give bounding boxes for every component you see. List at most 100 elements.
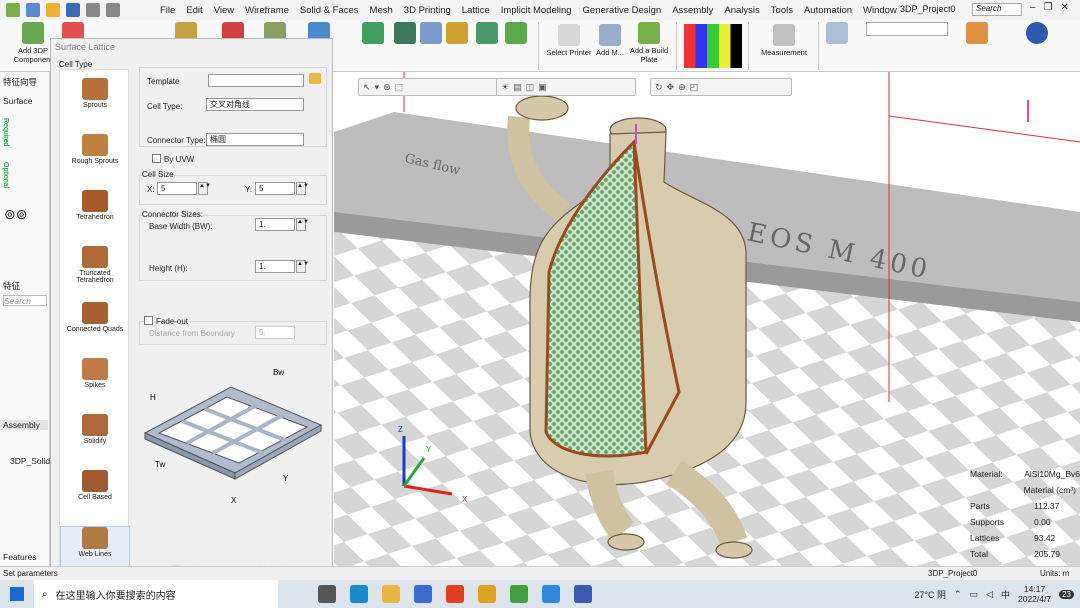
cell-type-truncated-tetrahedron[interactable]: Truncated Tetrahedron bbox=[60, 246, 130, 298]
y-input[interactable]: 5 bbox=[255, 182, 295, 195]
light-icon[interactable]: ☀ bbox=[501, 82, 509, 93]
network-icon[interactable]: ▭ bbox=[970, 589, 979, 600]
menu-item-window[interactable]: Window bbox=[863, 5, 897, 16]
start-icon[interactable] bbox=[10, 587, 24, 601]
mail-icon[interactable] bbox=[414, 585, 432, 603]
assembly-tab[interactable]: Assembly bbox=[0, 420, 48, 430]
ribbon-tool-9[interactable] bbox=[446, 22, 468, 46]
open-file-icon[interactable] bbox=[46, 3, 60, 17]
menu-item-lattice[interactable]: Lattice bbox=[462, 5, 490, 16]
select-arrow-icon[interactable]: ↖ bbox=[363, 82, 371, 93]
cell-type-sprouts[interactable]: Sprouts bbox=[60, 78, 130, 130]
select-printer-button[interactable]: Select Printer bbox=[544, 24, 594, 57]
optional-tab[interactable]: Optional bbox=[2, 162, 9, 189]
zoom-icon[interactable] bbox=[542, 585, 560, 603]
ribbon-tool-10[interactable] bbox=[476, 22, 498, 46]
cell-type-solidify[interactable]: Solidify bbox=[60, 414, 130, 466]
undo-icon[interactable] bbox=[86, 3, 100, 17]
weather-text[interactable]: 27°C 阴 bbox=[914, 588, 946, 601]
base-width-stepper[interactable]: ▲▼ bbox=[296, 218, 309, 231]
distance-input[interactable]: 5. bbox=[255, 326, 295, 339]
camera-icon[interactable]: ▣ bbox=[538, 82, 547, 93]
pan-icon[interactable]: ✥ bbox=[667, 82, 675, 93]
add-machine-button[interactable]: Add M... bbox=[592, 24, 628, 57]
file-explorer-icon[interactable] bbox=[382, 585, 400, 603]
notification-badge[interactable]: 23 bbox=[1059, 589, 1074, 599]
menu-item-file[interactable]: File bbox=[160, 5, 175, 16]
x-input[interactable]: 5 bbox=[157, 182, 197, 195]
menu-item-3d-printing[interactable]: 3D Printing bbox=[404, 5, 451, 16]
office-icon[interactable] bbox=[446, 585, 464, 603]
connector-type-dropdown[interactable]: 椭圆 bbox=[206, 133, 304, 146]
cell-type-tetrahedron[interactable]: Tetrahedron bbox=[60, 190, 130, 242]
slack-icon[interactable] bbox=[478, 585, 496, 603]
clock[interactable]: 14:17 2022/4/7 bbox=[1018, 584, 1051, 604]
cell-type-spikes[interactable]: Spikes bbox=[60, 358, 130, 410]
layer-icon[interactable]: ▤ bbox=[513, 82, 522, 93]
menu-item-solid-faces[interactable]: Solid & Faces bbox=[300, 5, 359, 16]
menu-item-tools[interactable]: Tools bbox=[771, 5, 793, 16]
cell-type-connected-quads[interactable]: Connected Quads bbox=[60, 302, 130, 354]
menu-item-assembly[interactable]: Assembly bbox=[672, 5, 713, 16]
y-stepper[interactable]: ▲▼ bbox=[296, 182, 309, 195]
cell-type-dropdown[interactable]: 交叉对角线 bbox=[206, 98, 304, 111]
fit-view-icon[interactable]: ◰ bbox=[690, 82, 699, 93]
menu-item-mesh[interactable]: Mesh bbox=[370, 5, 393, 16]
chrome-icon[interactable] bbox=[510, 585, 528, 603]
tree-search-input[interactable]: Search bbox=[3, 295, 47, 306]
volume-icon[interactable]: ◁ bbox=[986, 589, 993, 600]
features-tab[interactable]: Features bbox=[3, 552, 37, 562]
zoom-icon[interactable]: ⊕ bbox=[678, 82, 686, 93]
measurement-button[interactable]: Measurement bbox=[756, 24, 812, 57]
search-input[interactable]: Search bbox=[972, 3, 1022, 16]
3dxpert-icon[interactable] bbox=[574, 585, 592, 603]
close-icon[interactable]: ✕ bbox=[1061, 2, 1069, 13]
new-file-icon[interactable] bbox=[26, 3, 40, 17]
menu-item-wireframe[interactable]: Wireframe bbox=[245, 5, 289, 16]
box-select-icon[interactable]: ⬚ bbox=[395, 82, 404, 93]
3d-viewport[interactable]: Gas flow EOS M 400 Z Y X ↖ ▾ ⊛ ⬚ ☀ ▤ ◫ ▣ ↻ ✥ ⊕ ◰ bbox=[334, 72, 1080, 566]
taskbar-search[interactable]: ⌕ 在这里输入你要搜索的内容 bbox=[34, 580, 278, 608]
ribbon-tool-12[interactable] bbox=[826, 22, 848, 46]
template-dropdown[interactable] bbox=[208, 74, 304, 87]
rotate-icon[interactable]: ↻ bbox=[655, 82, 663, 93]
menu-item-implicit-modeling[interactable]: Implicit Modeling bbox=[501, 5, 572, 16]
tray-arrow-icon[interactable]: ⌃ bbox=[954, 589, 962, 600]
add-component-button[interactable]: Add 3DP Component bbox=[14, 22, 52, 64]
save-icon[interactable] bbox=[66, 3, 80, 17]
select-tool-icon[interactable]: ▾ bbox=[375, 82, 380, 93]
cell-type-cell-based[interactable]: Cell Based bbox=[60, 470, 130, 522]
minimize-icon[interactable]: – bbox=[1030, 2, 1036, 13]
cell-type-rough-sprouts[interactable]: Rough Sprouts bbox=[60, 134, 130, 186]
ime-text[interactable]: 中 bbox=[1001, 588, 1010, 601]
app-icon[interactable] bbox=[6, 3, 20, 17]
filter-icon[interactable]: ⊛ bbox=[383, 82, 391, 93]
base-width-input[interactable]: 1. bbox=[255, 218, 295, 231]
x-stepper[interactable]: ▲▼ bbox=[198, 182, 211, 195]
ribbon-tool-7[interactable] bbox=[394, 22, 416, 46]
menu-item-automation[interactable]: Automation bbox=[804, 5, 852, 16]
menu-item-edit[interactable]: Edit bbox=[186, 5, 202, 16]
task-view-icon[interactable] bbox=[318, 585, 336, 603]
ribbon-tool-8[interactable] bbox=[420, 22, 442, 46]
binoculars-icon[interactable]: ⊚⊚ bbox=[4, 206, 27, 223]
selection-toolbar[interactable]: ↖ ▾ ⊛ ⬚ bbox=[358, 78, 498, 96]
menu-item-generative-design[interactable]: Generative Design bbox=[583, 5, 662, 16]
by-uvw-checkbox[interactable] bbox=[152, 154, 161, 163]
height-stepper[interactable]: ▲▼ bbox=[296, 260, 309, 273]
restore-icon[interactable]: ❐ bbox=[1044, 2, 1053, 13]
redo-icon[interactable] bbox=[106, 3, 120, 17]
ribbon-tool-13[interactable] bbox=[966, 22, 988, 46]
view-orientation-toolbar[interactable]: ↻ ✥ ⊕ ◰ bbox=[650, 78, 792, 96]
folder-icon[interactable] bbox=[309, 73, 321, 84]
color-palette[interactable] bbox=[684, 24, 742, 68]
add-build-plate-button[interactable]: Add a Build Plate bbox=[628, 22, 670, 64]
surface-item[interactable]: Surface bbox=[3, 96, 32, 106]
menu-item-analysis[interactable]: Analysis bbox=[724, 5, 759, 16]
height-input[interactable]: 1. bbox=[255, 260, 295, 273]
required-tab[interactable]: Required bbox=[2, 118, 9, 147]
cube-view-icon[interactable]: ◫ bbox=[526, 82, 535, 93]
edge-icon[interactable] bbox=[350, 585, 368, 603]
help-button[interactable] bbox=[1026, 22, 1048, 46]
ribbon-tool-11[interactable] bbox=[505, 22, 527, 46]
